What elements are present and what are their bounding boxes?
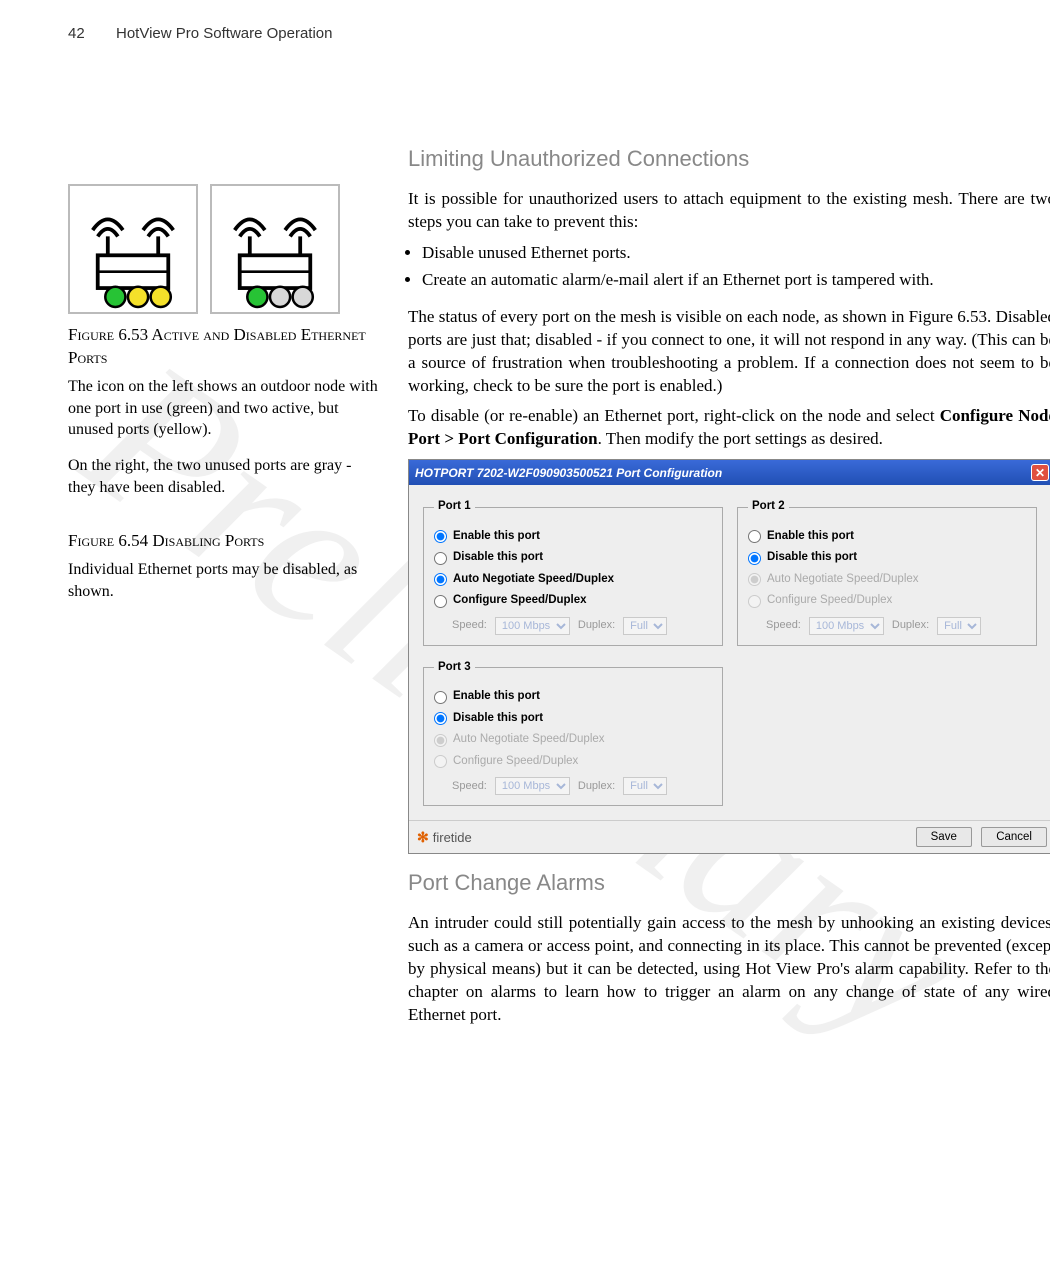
p3-part-c: . Then modify the port settings as desir… (598, 429, 883, 448)
port3-duplex-select: Full (623, 777, 667, 795)
bullet-disable: Disable unused Ethernet ports. (422, 242, 1050, 265)
paragraph-intro: It is possible for unauthorized users to… (408, 188, 1050, 234)
port3-enable-label: Enable this port (453, 689, 540, 705)
port2-config-radio (748, 595, 761, 608)
port1-enable-radio[interactable] (434, 530, 447, 543)
paragraph-disable: To disable (or re-enable) an Ethernet po… (408, 405, 1050, 451)
running-header: 42 HotView Pro Software Operation (68, 24, 1022, 44)
port3-speed-select: 100 Mbps (495, 777, 570, 795)
port2-disable-radio[interactable] (748, 552, 761, 565)
figure-6-53-icons (68, 184, 378, 314)
port1-auto-label: Auto Negotiate Speed/Duplex (453, 572, 614, 588)
port3-duplex-label: Duplex: (578, 779, 615, 794)
figure-6-53-title: Figure 6.53 Active and Disabled Ethernet… (68, 324, 378, 370)
port2-enable-radio[interactable] (748, 530, 761, 543)
port1-auto-radio[interactable] (434, 573, 447, 586)
close-icon[interactable]: ✕ (1031, 464, 1049, 481)
bullet-list: Disable unused Ethernet ports. Create an… (422, 242, 1050, 292)
figure-6-54-title: Figure 6.54 Disabling Ports (68, 530, 378, 553)
port2-fieldset: Port 2 Enable this port Disable this por… (737, 499, 1037, 646)
figure-6-53-caption-2: On the right, the two unused ports are g… (68, 455, 378, 498)
port1-speed-select[interactable]: 100 Mbps (495, 617, 570, 635)
brand-mark-icon: ✻ (417, 828, 429, 847)
port3-auto-radio (434, 734, 447, 747)
port-config-dialog: HOTPORT 7202-W2F090903500521 Port Config… (408, 459, 1050, 854)
port2-duplex-select: Full (937, 617, 981, 635)
port2-legend: Port 2 (748, 499, 789, 515)
port3-enable-radio[interactable] (434, 691, 447, 704)
dialog-titlebar[interactable]: HOTPORT 7202-W2F090903500521 Port Config… (409, 460, 1050, 485)
port3-auto-label: Auto Negotiate Speed/Duplex (453, 732, 605, 748)
port1-legend: Port 1 (434, 499, 475, 515)
port1-config-radio[interactable] (434, 595, 447, 608)
page-number: 42 (68, 24, 92, 44)
port2-speed-label: Speed: (766, 618, 801, 633)
port2-auto-label: Auto Negotiate Speed/Duplex (767, 572, 919, 588)
paragraph-alarms: An intruder could still potentially gain… (408, 912, 1050, 1027)
p3-part-a: To disable (or re-enable) an Ethernet po… (408, 406, 940, 425)
port2-speed-select: 100 Mbps (809, 617, 884, 635)
brand-text: firetide (433, 829, 472, 847)
port2-enable-label: Enable this port (767, 529, 854, 545)
bullet-alarm: Create an automatic alarm/e-mail alert i… (422, 269, 1050, 292)
port3-config-radio (434, 755, 447, 768)
node-icon-disabled (210, 184, 340, 314)
port1-speed-label: Speed: (452, 618, 487, 633)
heading-alarms: Port Change Alarms (408, 868, 1050, 898)
port1-fieldset: Port 1 Enable this port Disable this por… (423, 499, 723, 646)
paragraph-status: The status of every port on the mesh is … (408, 306, 1050, 398)
port3-disable-radio[interactable] (434, 712, 447, 725)
port1-duplex-select[interactable]: Full (623, 617, 667, 635)
port1-disable-radio[interactable] (434, 552, 447, 565)
port3-legend: Port 3 (434, 660, 475, 676)
port2-duplex-label: Duplex: (892, 618, 929, 633)
port2-disable-label: Disable this port (767, 550, 857, 566)
heading-limiting: Limiting Unauthorized Connections (408, 144, 1050, 174)
port1-enable-label: Enable this port (453, 529, 540, 545)
cancel-button[interactable]: Cancel (981, 827, 1047, 847)
port3-fieldset: Port 3 Enable this port Disable this por… (423, 660, 723, 807)
figure-6-53-caption-1: The icon on the left shows an outdoor no… (68, 376, 378, 441)
figure-6-54-caption: Individual Ethernet ports may be disable… (68, 559, 378, 602)
save-button[interactable]: Save (916, 827, 972, 847)
port1-duplex-label: Duplex: (578, 618, 615, 633)
port3-disable-label: Disable this port (453, 711, 543, 727)
dialog-title: HOTPORT 7202-W2F090903500521 Port Config… (415, 465, 722, 481)
port3-config-label: Configure Speed/Duplex (453, 754, 578, 770)
port3-speed-label: Speed: (452, 779, 487, 794)
port1-config-label: Configure Speed/Duplex (453, 593, 587, 609)
node-icon-active (68, 184, 198, 314)
brand-logo: ✻ firetide (417, 828, 472, 847)
port2-auto-radio (748, 573, 761, 586)
port2-config-label: Configure Speed/Duplex (767, 593, 892, 609)
running-head-text: HotView Pro Software Operation (116, 24, 333, 44)
port1-disable-label: Disable this port (453, 550, 543, 566)
